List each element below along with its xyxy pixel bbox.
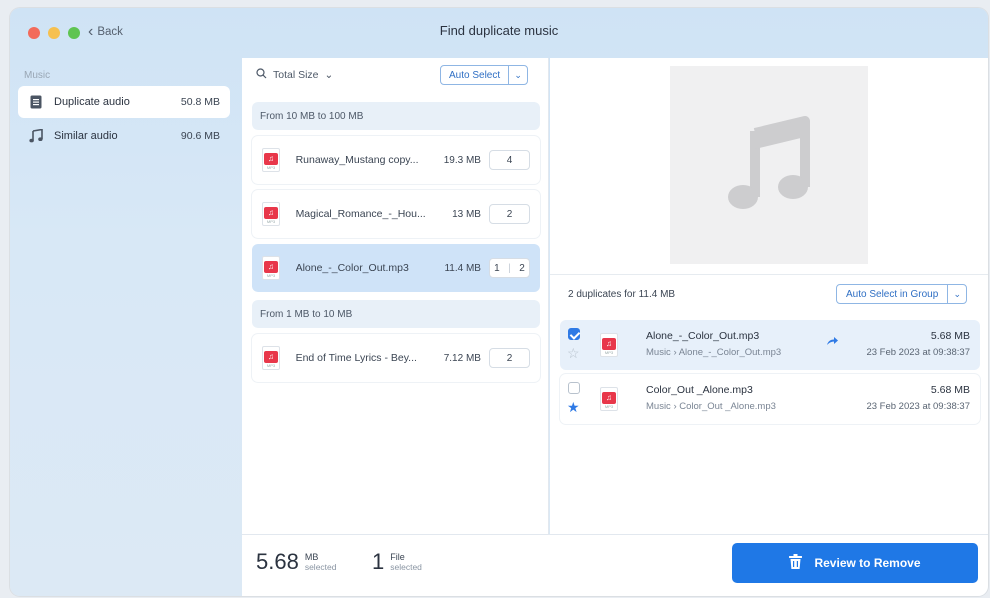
mp3-file-icon: ♫ MP3 — [262, 148, 280, 172]
duplicate-file-date: 23 Feb 2023 at 09:38:37 — [866, 401, 970, 412]
mp3-file-icon: ♫ MP3 — [262, 346, 280, 370]
file-name: Alone_-_Color_Out.mp3 — [295, 262, 409, 274]
detail-panel: 2 duplicates for 11.4 MB Auto Select in … — [550, 58, 988, 534]
footer-bar: 5.68 MB selected 1 File selected Review … — [242, 534, 988, 596]
mp3-file-icon: ♫ MP3 — [262, 256, 280, 280]
file-name: Magical_Romance_-_Hou... — [295, 208, 426, 220]
count-divider: | — [508, 262, 511, 274]
album-art-placeholder — [670, 66, 868, 264]
search-icon — [256, 68, 267, 82]
chevron-down-icon: ⌄ — [324, 69, 334, 81]
duplicate-count: 2 — [488, 348, 530, 368]
list-item[interactable]: ♫ MP3 Alone_-_Color_Out.mp3 11.4 MB 1 | 2 — [252, 244, 540, 292]
auto-select-button[interactable]: Auto Select ⌄ — [440, 65, 529, 85]
sort-label: Total Size — [273, 69, 319, 81]
file-name: Runaway_Mustang copy... — [295, 154, 419, 166]
duplicate-file-path: Music › Color_Out _Alone.mp3 — [646, 401, 776, 412]
selected-size-value: 5.68 — [256, 549, 299, 574]
music-note-icon — [728, 116, 810, 209]
sidebar-item-size: 50.8 MB — [180, 96, 220, 108]
selected-size-unit: MB — [304, 552, 319, 562]
total-count: 2 — [519, 262, 525, 274]
selected-count-unit-block: File selected — [390, 552, 422, 572]
group-header: From 1 MB to 10 MB — [252, 300, 540, 328]
sidebar-item-duplicate-audio[interactable]: Duplicate audio 50.8 MB — [18, 86, 230, 118]
mp3-file-icon: ♫ MP3 — [600, 387, 618, 411]
sidebar-item-label: Similar audio — [54, 130, 118, 142]
selected-size-unit-block: MB selected — [305, 552, 337, 572]
review-to-remove-button[interactable]: Review to Remove — [732, 543, 978, 583]
file-size: 7.12 MB — [443, 352, 481, 364]
reveal-arrow-icon[interactable] — [826, 336, 838, 349]
selected-count-value: 1 — [372, 549, 385, 574]
sidebar: Music Duplicate audio 50.8 MB Similar au… — [10, 58, 240, 596]
group-header: From 10 MB to 100 MB — [252, 102, 540, 130]
duplicate-count: 2 — [488, 204, 530, 224]
file-size: 13 MB — [452, 208, 481, 220]
sort-dropdown[interactable]: Total Size ⌄ — [256, 68, 333, 82]
selected-count: 1 — [494, 262, 500, 274]
select-checkbox[interactable] — [568, 382, 580, 394]
star-filled-icon[interactable]: ★ — [567, 400, 580, 414]
music-note-icon — [28, 128, 44, 144]
list-item[interactable]: ♫ MP3 Magical_Romance_-_Hou... 13 MB 2 — [252, 190, 540, 238]
selected-count-unit: File — [390, 552, 405, 562]
title-bar: ‹ Back Find duplicate music — [10, 8, 988, 58]
sidebar-item-similar-audio[interactable]: Similar audio 90.6 MB — [18, 120, 230, 152]
duplicate-count: 1 | 2 — [488, 258, 530, 278]
duplicate-file-size: 5.68 MB — [930, 384, 970, 396]
auto-select-in-group-label[interactable]: Auto Select in Group — [837, 285, 949, 303]
list-item[interactable]: ♫ MP3 Runaway_Mustang copy... 19.3 MB 4 — [252, 136, 540, 184]
duplicate-file-size: 5.68 MB — [930, 330, 970, 342]
sidebar-item-label: Duplicate audio — [54, 96, 130, 108]
duplicates-summary: 2 duplicates for 11.4 MB — [568, 289, 676, 300]
sidebar-item-size: 90.6 MB — [180, 130, 220, 142]
file-list-panel: Total Size ⌄ Auto Select ⌄ From 10 MB to… — [242, 58, 549, 534]
auto-select-in-group-button[interactable]: Auto Select in Group ⌄ — [836, 284, 968, 304]
chevron-down-icon[interactable]: ⌄ — [509, 70, 527, 81]
app-window: ‹ Back Find duplicate music Music Duplic… — [10, 8, 988, 596]
mp3-file-icon: ♫ MP3 — [600, 333, 618, 357]
trash-icon — [789, 554, 803, 572]
duplicate-file-name: Color_Out _Alone.mp3 — [646, 384, 753, 396]
selected-count-caption: selected — [390, 562, 422, 572]
document-icon — [28, 94, 44, 110]
select-checkbox[interactable] — [568, 328, 580, 340]
review-to-remove-label: Review to Remove — [814, 556, 921, 570]
window-title: Find duplicate music — [439, 23, 559, 38]
duplicate-count: 4 — [488, 150, 530, 170]
file-size: 11.4 MB — [444, 262, 481, 274]
chevron-down-icon[interactable]: ⌄ — [948, 289, 966, 300]
duplicate-row[interactable]: ☆ ♫ MP3 Alone_-_Color_Out.mp3 Music › Alo… — [560, 320, 980, 370]
selected-count-stat: 1 File selected — [372, 549, 422, 575]
duplicates-header: 2 duplicates for 11.4 MB Auto Select in … — [550, 274, 988, 312]
selected-size-stat: 5.68 MB selected — [256, 549, 337, 575]
duplicate-row[interactable]: ★ ♫ MP3 Color_Out _Alone.mp3 Music › Colo… — [560, 374, 980, 424]
selected-size-caption: selected — [304, 562, 337, 572]
auto-select-label[interactable]: Auto Select — [441, 66, 510, 84]
list-toolbar: Total Size ⌄ Auto Select ⌄ — [242, 58, 549, 94]
duplicate-file-name: Alone_-_Color_Out.mp3 — [646, 330, 760, 342]
star-outline-icon[interactable]: ☆ — [567, 346, 580, 360]
duplicate-file-date: 23 Feb 2023 at 09:38:37 — [866, 347, 970, 358]
sidebar-section-title: Music — [24, 70, 51, 81]
mp3-file-icon: ♫ MP3 — [262, 202, 280, 226]
list-item[interactable]: ♫ MP3 End of Time Lyrics - Bey... 7.12 MB… — [252, 334, 540, 382]
duplicate-file-path: Music › Alone_-_Color_Out.mp3 — [646, 347, 782, 358]
file-size: 19.3 MB — [443, 154, 481, 166]
file-name: End of Time Lyrics - Bey... — [295, 352, 417, 364]
